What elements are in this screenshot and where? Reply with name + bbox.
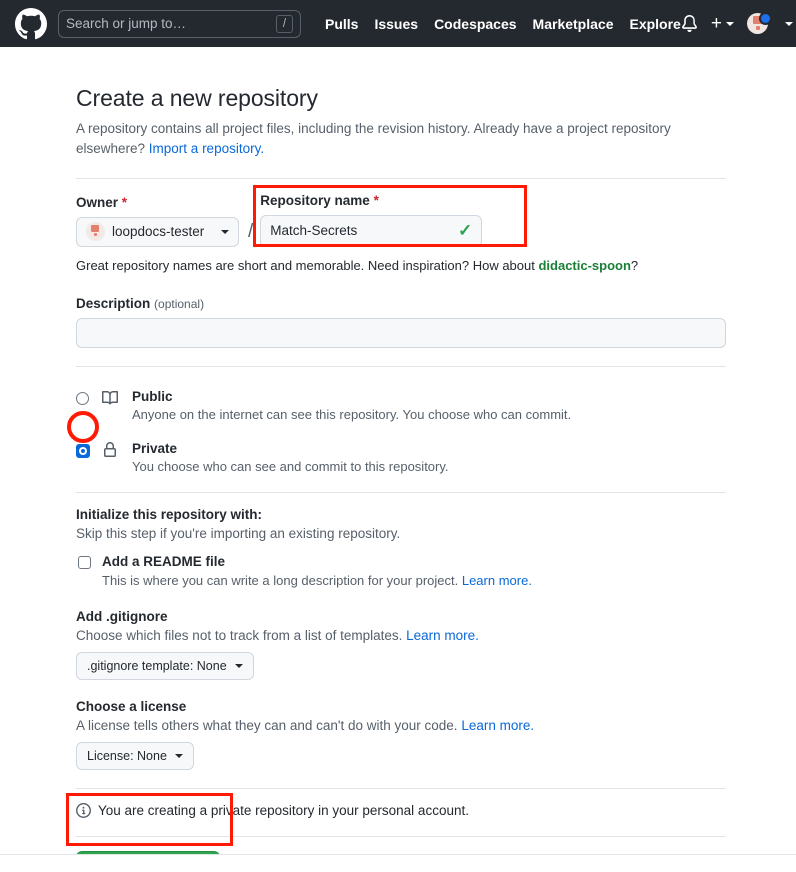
page-footer-divider: [0, 854, 796, 872]
private-description: You choose who can see and commit to thi…: [132, 458, 449, 474]
visibility-option-private[interactable]: Private You choose who can see and commi…: [76, 441, 726, 474]
chevron-down-icon: [174, 753, 183, 758]
owner-required-marker: *: [121, 194, 128, 210]
initialize-subtext: Skip this step if you're importing an ex…: [76, 525, 401, 541]
initialize-section: Initialize this repository with: Skip th…: [76, 507, 726, 588]
readme-learn-more-link[interactable]: Learn more.: [462, 573, 532, 588]
divider-before-notice: [76, 787, 726, 789]
import-repository-link[interactable]: Import a repository.: [149, 141, 264, 156]
info-circle-icon: [76, 802, 91, 818]
suggested-repo-name[interactable]: didactic-spoon: [538, 258, 630, 273]
chevron-down-icon: [221, 229, 229, 234]
private-title: Private: [132, 440, 178, 456]
owner-label-text: Owner: [76, 194, 119, 210]
owner-avatar-icon: [86, 222, 105, 241]
owner-field-group: Owner * loopdocs-tester: [76, 195, 241, 247]
license-heading: Choose a license: [76, 698, 187, 714]
public-title: Public: [132, 388, 173, 404]
repo-name-required-marker: *: [373, 192, 379, 208]
owner-repo-separator: /: [248, 220, 254, 242]
gitignore-description: Choose which files not to track from a l…: [76, 628, 726, 643]
avatar-notification-dot: [758, 11, 772, 25]
license-desc-text: A license tells others what they can and…: [76, 717, 462, 733]
repo-name-input[interactable]: Match-Secrets ✓: [260, 214, 483, 247]
radio-private[interactable]: [76, 443, 90, 458]
green-check-icon: ✓: [458, 221, 473, 240]
repo-name-label-text: Repository name: [260, 192, 370, 208]
initialize-heading: Initialize this repository with:: [76, 506, 263, 522]
repo-name-value: Match-Secrets: [270, 223, 358, 238]
description-optional-tag: (optional): [154, 296, 205, 311]
divider-after-visibility: [76, 491, 726, 493]
header-actions: +: [681, 11, 796, 35]
gitignore-section: Add .gitignore Choose which files not to…: [76, 609, 726, 680]
description-label-text: Description: [76, 295, 151, 311]
gitignore-desc-text: Choose which files not to track from a l…: [76, 627, 407, 643]
nav-item-codespaces[interactable]: Codespaces: [434, 16, 516, 32]
owner-select[interactable]: loopdocs-tester: [76, 216, 239, 247]
plus-icon: +: [710, 13, 722, 34]
public-radio-slot: [76, 389, 102, 405]
visibility-options: Public Anyone on the internet can see th…: [76, 389, 726, 474]
license-dropdown[interactable]: License: None: [76, 741, 194, 770]
license-description: A license tells others what they can and…: [76, 718, 726, 733]
license-dropdown-label: License: None: [87, 748, 167, 763]
visibility-notice-text: You are creating a private repository in…: [98, 802, 469, 818]
owner-repo-row: Owner * loopdocs-tester / Repository nam…: [76, 193, 726, 247]
page-subtitle: A repository contains all project files,…: [76, 119, 676, 160]
readme-label: Add a README file: [102, 553, 226, 569]
chevron-down-icon: [725, 21, 734, 26]
nav-item-marketplace[interactable]: Marketplace: [533, 16, 614, 32]
divider-top: [76, 177, 726, 179]
gitignore-heading: Add .gitignore: [76, 608, 168, 624]
owner-label: Owner *: [76, 195, 241, 210]
gitignore-template-dropdown[interactable]: .gitignore template: None: [76, 651, 254, 680]
nav-item-issues[interactable]: Issues: [374, 16, 418, 32]
global-header: Search or jump to… / Pulls Issues Codesp…: [0, 0, 796, 47]
github-mark-icon[interactable]: [14, 7, 48, 41]
private-radio-slot: [76, 441, 102, 458]
divider-after-description: [76, 365, 726, 367]
page-root: Search or jump to… / Pulls Issues Codesp…: [0, 0, 796, 872]
repo-book-icon: [102, 389, 132, 411]
public-description: Anyone on the internet can see this repo…: [132, 406, 572, 422]
nav-item-pulls[interactable]: Pulls: [325, 16, 358, 32]
license-section: Choose a license A license tells others …: [76, 699, 726, 770]
search-shortcut-key: /: [276, 14, 293, 33]
page-title: Create a new repository: [76, 85, 318, 111]
owner-value: loopdocs-tester: [112, 224, 205, 239]
primary-nav: Pulls Issues Codespaces Marketplace Expl…: [325, 16, 681, 32]
license-learn-more-link[interactable]: Learn more.: [461, 718, 534, 733]
readme-description: This is where you can write a long descr…: [102, 573, 726, 588]
repo-name-label: Repository name *: [260, 193, 726, 208]
search-placeholder: Search or jump to…: [66, 16, 187, 31]
nav-item-explore[interactable]: Explore: [629, 16, 680, 32]
gitignore-dropdown-label: .gitignore template: None: [87, 658, 227, 673]
lock-icon: [102, 441, 132, 463]
readme-checkbox-row[interactable]: Add a README file: [76, 554, 726, 569]
hint-prefix: Great repository names are short and mem…: [76, 257, 539, 273]
readme-desc-text: This is where you can write a long descr…: [102, 572, 462, 588]
checkbox-add-readme[interactable]: [78, 555, 91, 569]
repo-name-field-group: Repository name * Match-Secrets ✓: [260, 193, 726, 247]
create-new-menu[interactable]: +: [711, 14, 734, 33]
divider-before-submit: [76, 835, 726, 837]
search-input[interactable]: Search or jump to… /: [58, 9, 301, 38]
radio-public[interactable]: [76, 391, 89, 405]
repo-name-hint: Great repository names are short and mem…: [76, 258, 726, 273]
avatar-chevron-down-icon[interactable]: [784, 21, 793, 26]
notification-bell-icon[interactable]: [681, 14, 698, 33]
private-text-block: Private You choose who can see and commi…: [132, 441, 726, 474]
visibility-option-public[interactable]: Public Anyone on the internet can see th…: [76, 389, 726, 422]
chevron-down-icon: [234, 663, 243, 668]
public-text-block: Public Anyone on the internet can see th…: [132, 389, 726, 422]
gitignore-learn-more-link[interactable]: Learn more.: [406, 628, 479, 643]
description-label: Description (optional): [76, 296, 726, 311]
visibility-notice: You are creating a private repository in…: [76, 802, 726, 818]
hint-suffix: ?: [630, 257, 639, 273]
description-input[interactable]: [76, 317, 726, 348]
main-content: Create a new repository A repository con…: [0, 47, 796, 872]
avatar[interactable]: [746, 11, 772, 35]
